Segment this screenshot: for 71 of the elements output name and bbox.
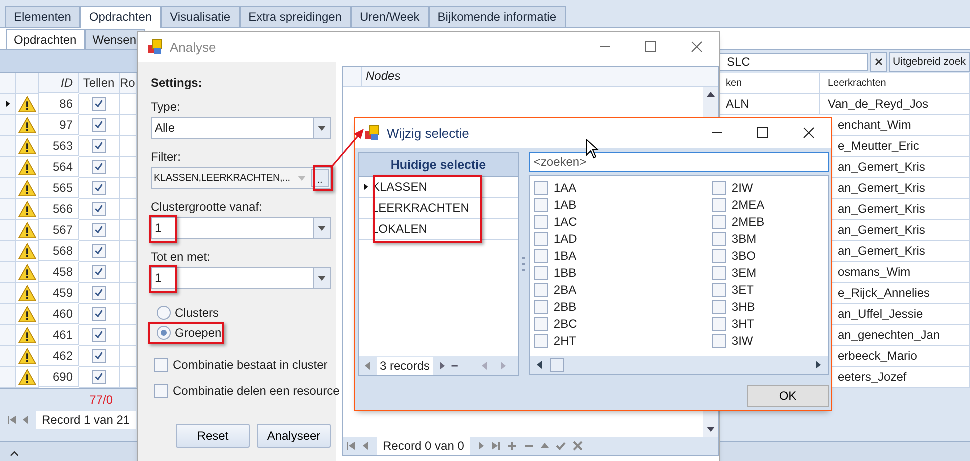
- checkbox-label[interactable]: 2BA: [554, 282, 577, 296]
- checkbox-label[interactable]: 1AA: [554, 180, 577, 194]
- table-cell: 564: [39, 157, 79, 177]
- table-cell: 566: [39, 199, 79, 219]
- table-cell: 563: [39, 136, 79, 156]
- column-header[interactable]: Tellen: [79, 73, 120, 94]
- table-cell[interactable]: LEERKRACHTEN: [372, 201, 470, 215]
- column-header[interactable]: Ro: [120, 73, 137, 94]
- checkbox-label[interactable]: 3HT: [732, 316, 755, 330]
- checkbox-label[interactable]: 3BO: [732, 248, 756, 262]
- table-cell: 462: [39, 346, 79, 366]
- column-header[interactable]: ID: [39, 73, 79, 93]
- table-cell: 565: [39, 178, 79, 198]
- tab[interactable]: Extra spreidingen: [240, 6, 351, 27]
- checkbox-label[interactable]: 1BB: [554, 266, 577, 280]
- table-cell: 690: [39, 367, 79, 387]
- advanced-search-button[interactable]: Uitgebreid zoek: [889, 52, 970, 72]
- radio-label[interactable]: Groepen: [175, 326, 222, 340]
- table-cell: 461: [39, 325, 79, 345]
- radio-label[interactable]: Clusters: [175, 306, 220, 320]
- search-field[interactable]: SLC: [718, 53, 868, 71]
- checkbox-label[interactable]: 3BM: [732, 232, 757, 246]
- table-cell: 567: [39, 220, 79, 240]
- checkbox-label[interactable]: Combinatie bestaat in cluster: [173, 358, 328, 372]
- checkbox-label[interactable]: 2IW: [732, 180, 754, 194]
- tab[interactable]: Opdrachten: [80, 6, 162, 28]
- table-cell: Van_de_Reyd_Jos: [820, 94, 970, 115]
- checkbox-label[interactable]: 3HB: [732, 300, 756, 314]
- checkbox-label[interactable]: 2HT: [554, 334, 577, 348]
- window-title: Analyse: [170, 40, 216, 54]
- field-label: Type:: [151, 100, 182, 114]
- window-title: Wijzig selectie: [387, 126, 470, 140]
- table-cell: 86: [39, 94, 79, 114]
- tab[interactable]: Opdrachten: [6, 29, 85, 49]
- checkbox-label[interactable]: 3IW: [732, 334, 754, 348]
- checkbox-label[interactable]: 1BA: [554, 248, 577, 262]
- search-field[interactable]: <zoeken>: [528, 152, 829, 172]
- type-dropdown[interactable]: Alle: [151, 117, 331, 139]
- checkbox-label[interactable]: 3ET: [732, 282, 754, 296]
- checkbox-label[interactable]: 2BC: [554, 316, 578, 330]
- column-header[interactable]: Leerkrachten: [820, 73, 970, 94]
- checkbox-label[interactable]: 1AD: [554, 232, 578, 246]
- table-cell: 568: [39, 241, 79, 261]
- filter-dropdown[interactable]: KLASSEN,LEERKRACHTEN,... ..: [151, 167, 331, 189]
- checkbox-label[interactable]: 1AC: [554, 214, 578, 228]
- record-counter: Record 0 van 0: [377, 437, 470, 455]
- section-heading: Settings:: [151, 76, 204, 90]
- table-cell: 458: [39, 262, 79, 282]
- summary-total: 77/0: [90, 392, 113, 406]
- checkbox-label[interactable]: 3EM: [732, 266, 757, 280]
- table-cell: 97: [39, 115, 79, 135]
- table-cell: 459: [39, 283, 79, 303]
- checkbox-label[interactable]: 1AB: [554, 198, 577, 212]
- checkbox-label[interactable]: 2BB: [554, 300, 577, 314]
- tab[interactable]: Elementen: [5, 6, 80, 27]
- field-label: Tot en met:: [151, 250, 212, 264]
- field-label: Filter:: [151, 150, 182, 164]
- field-label: Clustergrootte vanaf:: [151, 200, 264, 214]
- ok-button[interactable]: OK: [747, 385, 829, 407]
- checkbox-label[interactable]: 2MEB: [732, 214, 765, 228]
- dialog-button[interactable]: Reset: [176, 424, 250, 448]
- checkbox-label[interactable]: 2MEA: [732, 198, 765, 212]
- tab[interactable]: Visualisatie: [161, 6, 240, 27]
- record-counter: Record 1 van 21: [36, 411, 136, 429]
- column-header[interactable]: Huidige selectie: [359, 153, 518, 177]
- tab[interactable]: Bijkomende informatie: [428, 6, 566, 27]
- record-counter: 3 records: [377, 356, 434, 374]
- checkbox-label[interactable]: Combinatie delen een resource: [173, 384, 340, 398]
- table-cell: 460: [39, 304, 79, 324]
- tab[interactable]: Uren/Week: [350, 6, 429, 27]
- dialog-button[interactable]: Analyseer: [257, 424, 331, 448]
